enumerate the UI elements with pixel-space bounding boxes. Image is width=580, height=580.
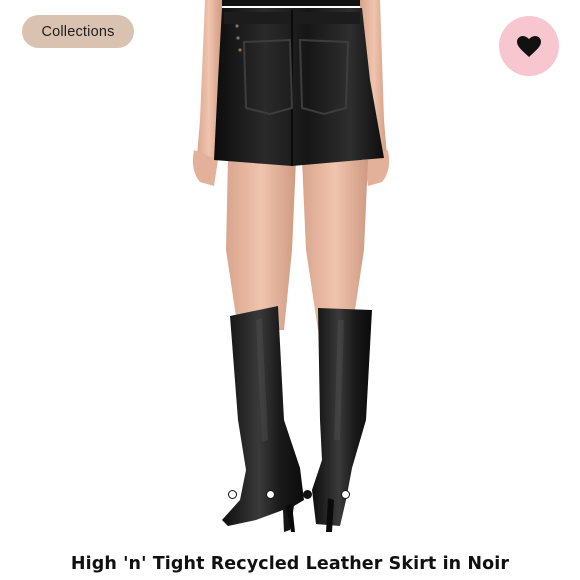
carousel-dot-2[interactable] (265, 489, 275, 499)
heart-icon (517, 35, 541, 57)
carousel-dot-4[interactable] (340, 489, 350, 499)
product-title: High 'n' Tight Recycled Leather Skirt in… (70, 554, 510, 574)
carousel-dot-1[interactable] (228, 489, 237, 499)
collections-button[interactable]: Collections (22, 15, 134, 48)
carousel-pagination (228, 487, 350, 501)
carousel-dot-3-active[interactable] (303, 489, 313, 499)
favorite-button[interactable] (499, 16, 559, 76)
product-image-carousel[interactable]: Collections (0, 0, 580, 548)
product-photo (192, 0, 390, 532)
